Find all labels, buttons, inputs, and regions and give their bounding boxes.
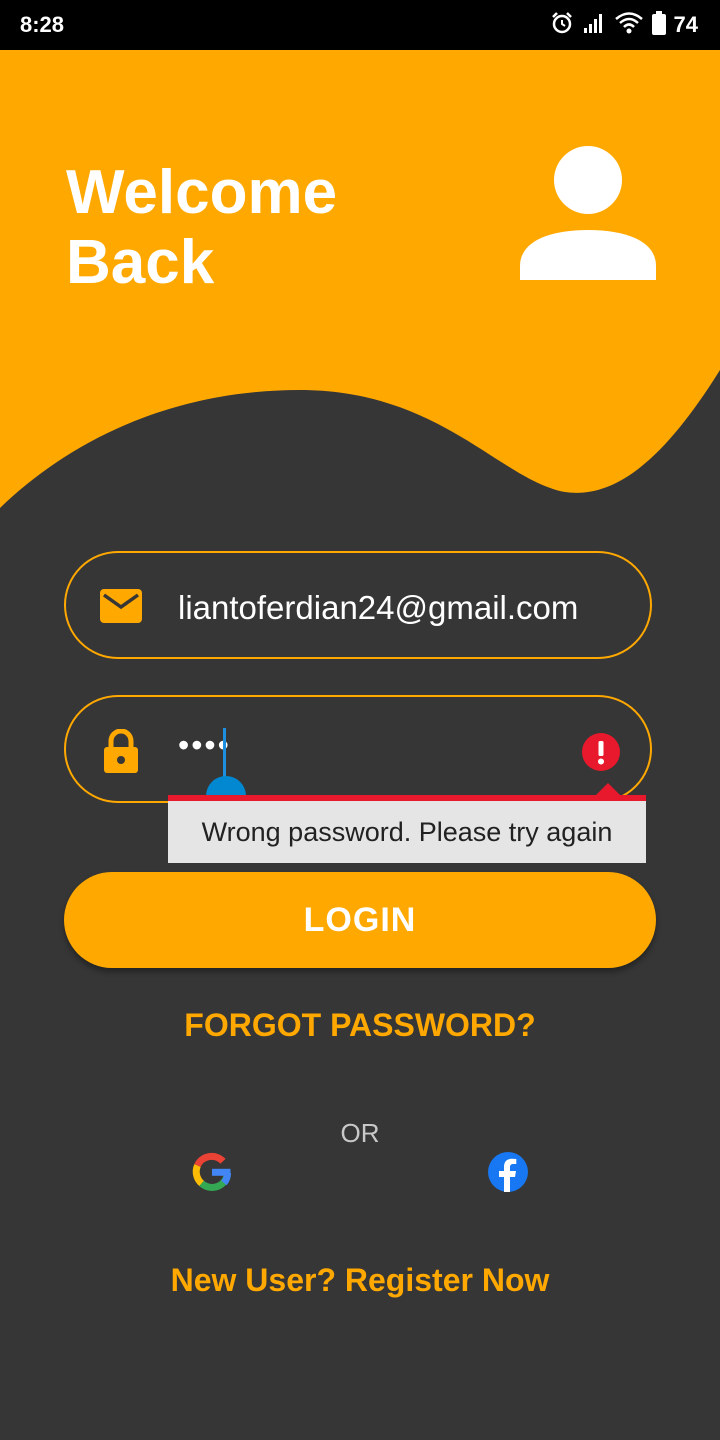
welcome-title-line1: Welcome (66, 158, 338, 227)
error-icon (582, 733, 620, 771)
or-divider: OR (340, 1118, 380, 1148)
email-field[interactable]: liantoferdian24@gmail.com (64, 551, 652, 659)
error-tooltip-pointer (596, 783, 620, 795)
welcome-title: Welcome Back (66, 158, 337, 298)
email-input[interactable]: liantoferdian24@gmail.com (178, 589, 578, 627)
lock-icon (104, 729, 138, 773)
battery-level: 74 (673, 12, 698, 37)
welcome-title-line2: Back (66, 228, 215, 297)
status-bar: 8:28 74 (0, 0, 720, 50)
avatar-icon (520, 146, 656, 280)
register-link[interactable]: New User? Register Now (0, 1262, 720, 1299)
login-button-label: LOGIN (303, 900, 417, 939)
facebook-icon[interactable] (486, 1150, 530, 1194)
login-button[interactable]: LOGIN (64, 872, 656, 968)
signal-icon (582, 11, 606, 40)
error-message: Wrong password. Please try again (201, 816, 613, 847)
status-time: 8:28 (20, 12, 65, 37)
error-tooltip: Wrong password. Please try again (168, 795, 646, 863)
forgot-password-link[interactable]: FORGOT PASSWORD? (0, 1007, 720, 1044)
mail-icon (100, 589, 142, 623)
google-icon[interactable] (190, 1150, 234, 1194)
password-field[interactable]: •••• (64, 695, 652, 803)
battery-icon (651, 10, 666, 40)
alarm-icon (550, 11, 574, 40)
status-icons: 74 (550, 10, 698, 40)
wifi-icon (614, 11, 644, 40)
text-cursor (223, 728, 226, 780)
